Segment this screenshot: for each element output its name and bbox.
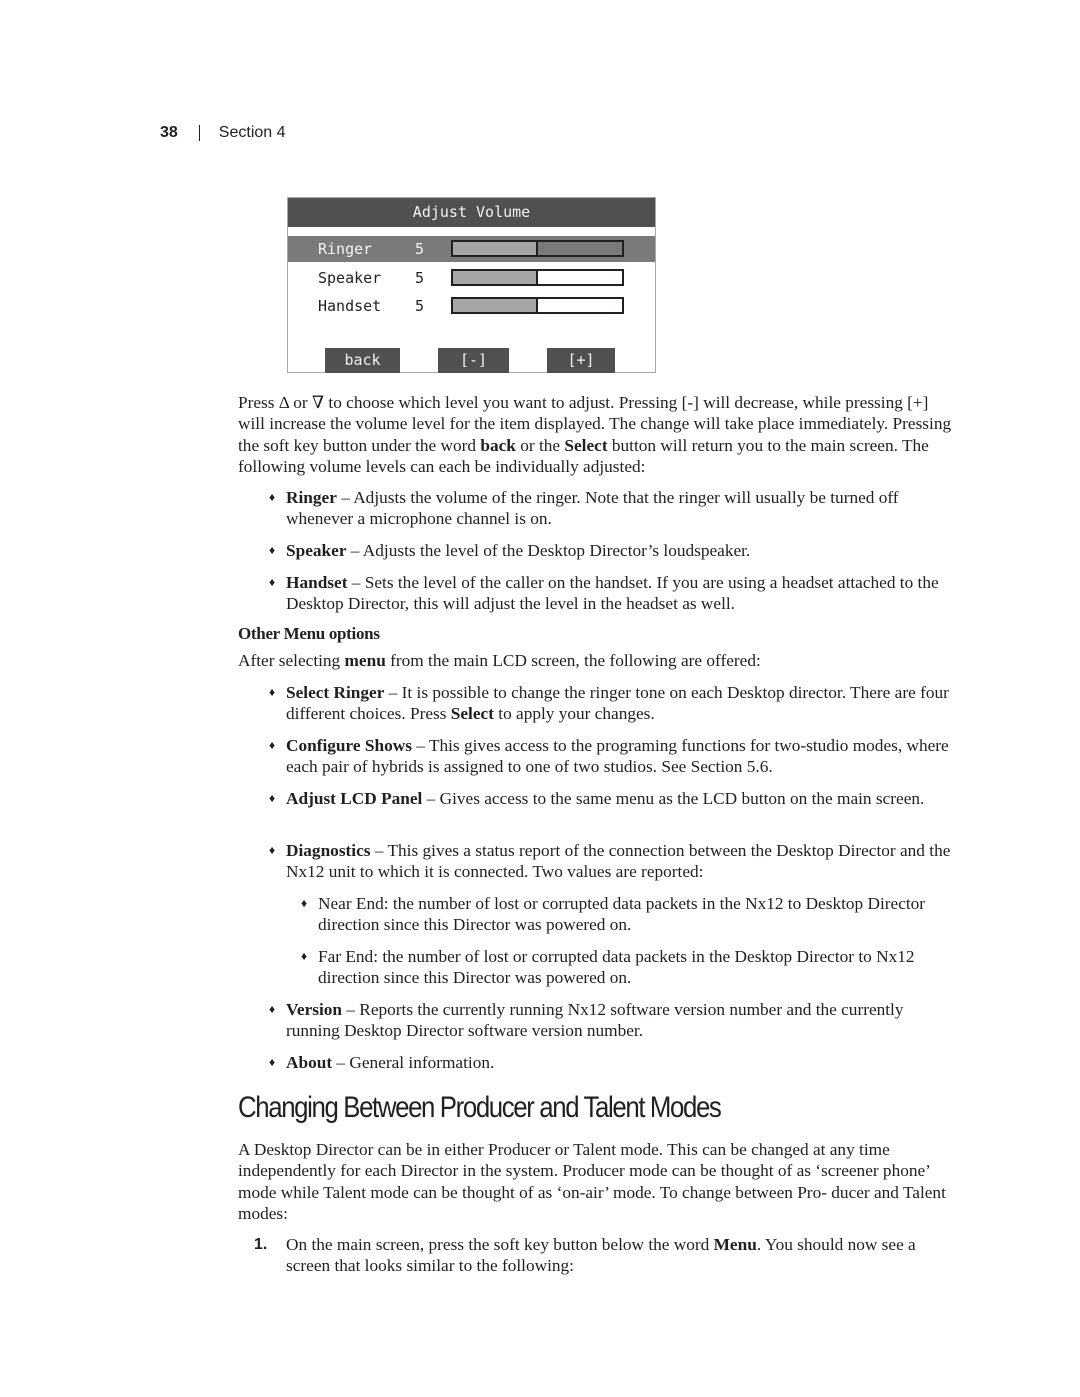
lcd-row-handset: Handset 5: [288, 293, 655, 319]
header-divider: [198, 125, 200, 141]
diamond-bullet-icon: ♦: [269, 543, 276, 557]
sub-list-item-near-end: ♦ Near End: the number of lost or corrup…: [301, 893, 955, 936]
item-description: – Reports the currently running Nx12 sof…: [286, 1000, 904, 1041]
volume-level-fill: [453, 271, 538, 284]
text: from the main LCD screen, the following …: [385, 651, 761, 670]
item-description: – General information.: [332, 1053, 495, 1072]
item-description: – Sets the level of the caller on the ha…: [286, 573, 939, 614]
lcd-row-value: 5: [415, 297, 425, 315]
sub-list-item-far-end: ♦ Far End: the number of lost or corrupt…: [301, 946, 955, 989]
lcd-row-speaker: Speaker 5: [288, 265, 655, 291]
lcd-title: Adjust Volume: [288, 198, 655, 227]
list-item-about: ♦ About – General information.: [269, 1052, 955, 1073]
step-number: 1.: [254, 1236, 268, 1253]
diamond-bullet-icon: ♦: [269, 490, 276, 504]
item-description: Near End: the number of lost or corrupte…: [318, 894, 926, 935]
lcd-adjust-volume-screen: Adjust Volume Ringer 5 Speaker 5 Handset…: [287, 197, 656, 373]
subheading-other-menu-options: Other Menu options: [238, 624, 380, 643]
bold-term: menu: [344, 651, 386, 670]
diamond-bullet-icon: ♦: [269, 1002, 276, 1016]
bold-term: Version: [286, 1000, 343, 1019]
softkey-decrease: [-]: [438, 348, 509, 373]
list-item-version: ♦ Version – Reports the currently runnin…: [269, 999, 955, 1042]
text: After selecting: [238, 651, 345, 670]
diamond-bullet-icon: ♦: [269, 685, 276, 699]
volume-level-fill: [453, 299, 538, 312]
bold-term: back: [480, 435, 516, 455]
softkey-increase: [+]: [547, 348, 615, 373]
lcd-row-label: Speaker: [318, 269, 382, 287]
text: or the: [515, 435, 565, 455]
bold-term: Diagnostics: [286, 841, 371, 860]
other-menu-intro: After selecting menu from the main LCD s…: [238, 650, 953, 671]
diamond-bullet-icon: ♦: [269, 791, 276, 805]
bold-term: Adjust LCD Panel: [286, 789, 423, 808]
item-description: – Adjusts the volume of the ringer. Note…: [286, 488, 899, 529]
bold-term: Select Ringer: [286, 683, 385, 702]
diamond-bullet-icon: ♦: [269, 843, 276, 857]
diamond-bullet-icon: ♦: [269, 575, 276, 589]
section-label: Section 4: [218, 124, 286, 141]
lcd-row-ringer: Ringer 5: [288, 236, 655, 262]
list-item-adjust-lcd-panel: ♦ Adjust LCD Panel – Gives access to the…: [269, 788, 955, 809]
list-item-speaker: ♦ Speaker – Adjusts the level of the Des…: [269, 540, 955, 561]
list-item-configure-shows: ♦ Configure Shows – This gives access to…: [269, 735, 955, 778]
bold-term: Select: [450, 704, 494, 724]
lcd-row-value: 5: [415, 269, 425, 287]
softkey-back: back: [325, 348, 400, 373]
list-item-ringer: ♦ Ringer – Adjusts the volume of the rin…: [269, 487, 955, 530]
lcd-row-label: Ringer: [318, 240, 373, 258]
diamond-bullet-icon: ♦: [301, 949, 308, 963]
diamond-bullet-icon: ♦: [269, 738, 276, 752]
list-item-diagnostics: ♦ Diagnostics – This gives a status repo…: [269, 840, 955, 883]
item-description: – This gives a status report of the conn…: [286, 841, 951, 882]
volume-level-fill: [453, 242, 538, 255]
bold-term: Configure Shows: [286, 736, 412, 755]
item-description: – Gives access to the same menu as the L…: [422, 789, 925, 808]
bold-term: Speaker: [286, 541, 347, 560]
list-item-select-ringer: ♦ Select Ringer – It is possible to chan…: [269, 682, 955, 725]
page-number: 38: [160, 124, 178, 141]
bold-term: Select: [564, 435, 608, 455]
step-text: On the main screen, press the soft key b…: [286, 1235, 714, 1254]
modes-paragraph: A Desktop Director can be in either Prod…: [238, 1140, 946, 1223]
item-description: Far End: the number of lost or corrupted…: [318, 947, 915, 988]
intro-paragraph: Press Δ or ∇ to choose which level you w…: [238, 392, 953, 477]
item-description: to apply your changes.: [493, 704, 655, 724]
section-heading-producer-talent-modes: Changing Between Producer and Talent Mod…: [238, 1091, 722, 1124]
diamond-bullet-icon: ♦: [269, 1055, 276, 1069]
item-description: – Adjusts the level of the Desktop Direc…: [346, 541, 751, 560]
volume-level-bar: [451, 240, 624, 257]
lcd-row-value: 5: [415, 240, 425, 258]
bold-term: Handset: [286, 573, 348, 592]
page-header: 38 Section 4: [160, 124, 286, 142]
diamond-bullet-icon: ♦: [301, 896, 308, 910]
list-item-handset: ♦ Handset – Sets the level of the caller…: [269, 572, 955, 615]
volume-level-bar: [451, 297, 624, 314]
numbered-step-1: 1. On the main screen, press the soft ke…: [254, 1234, 954, 1277]
bold-term: Ringer: [286, 488, 337, 507]
bold-term: About: [286, 1053, 333, 1072]
lcd-row-label: Handset: [318, 297, 382, 315]
bold-term: Menu: [713, 1235, 757, 1254]
volume-level-bar: [451, 269, 624, 286]
